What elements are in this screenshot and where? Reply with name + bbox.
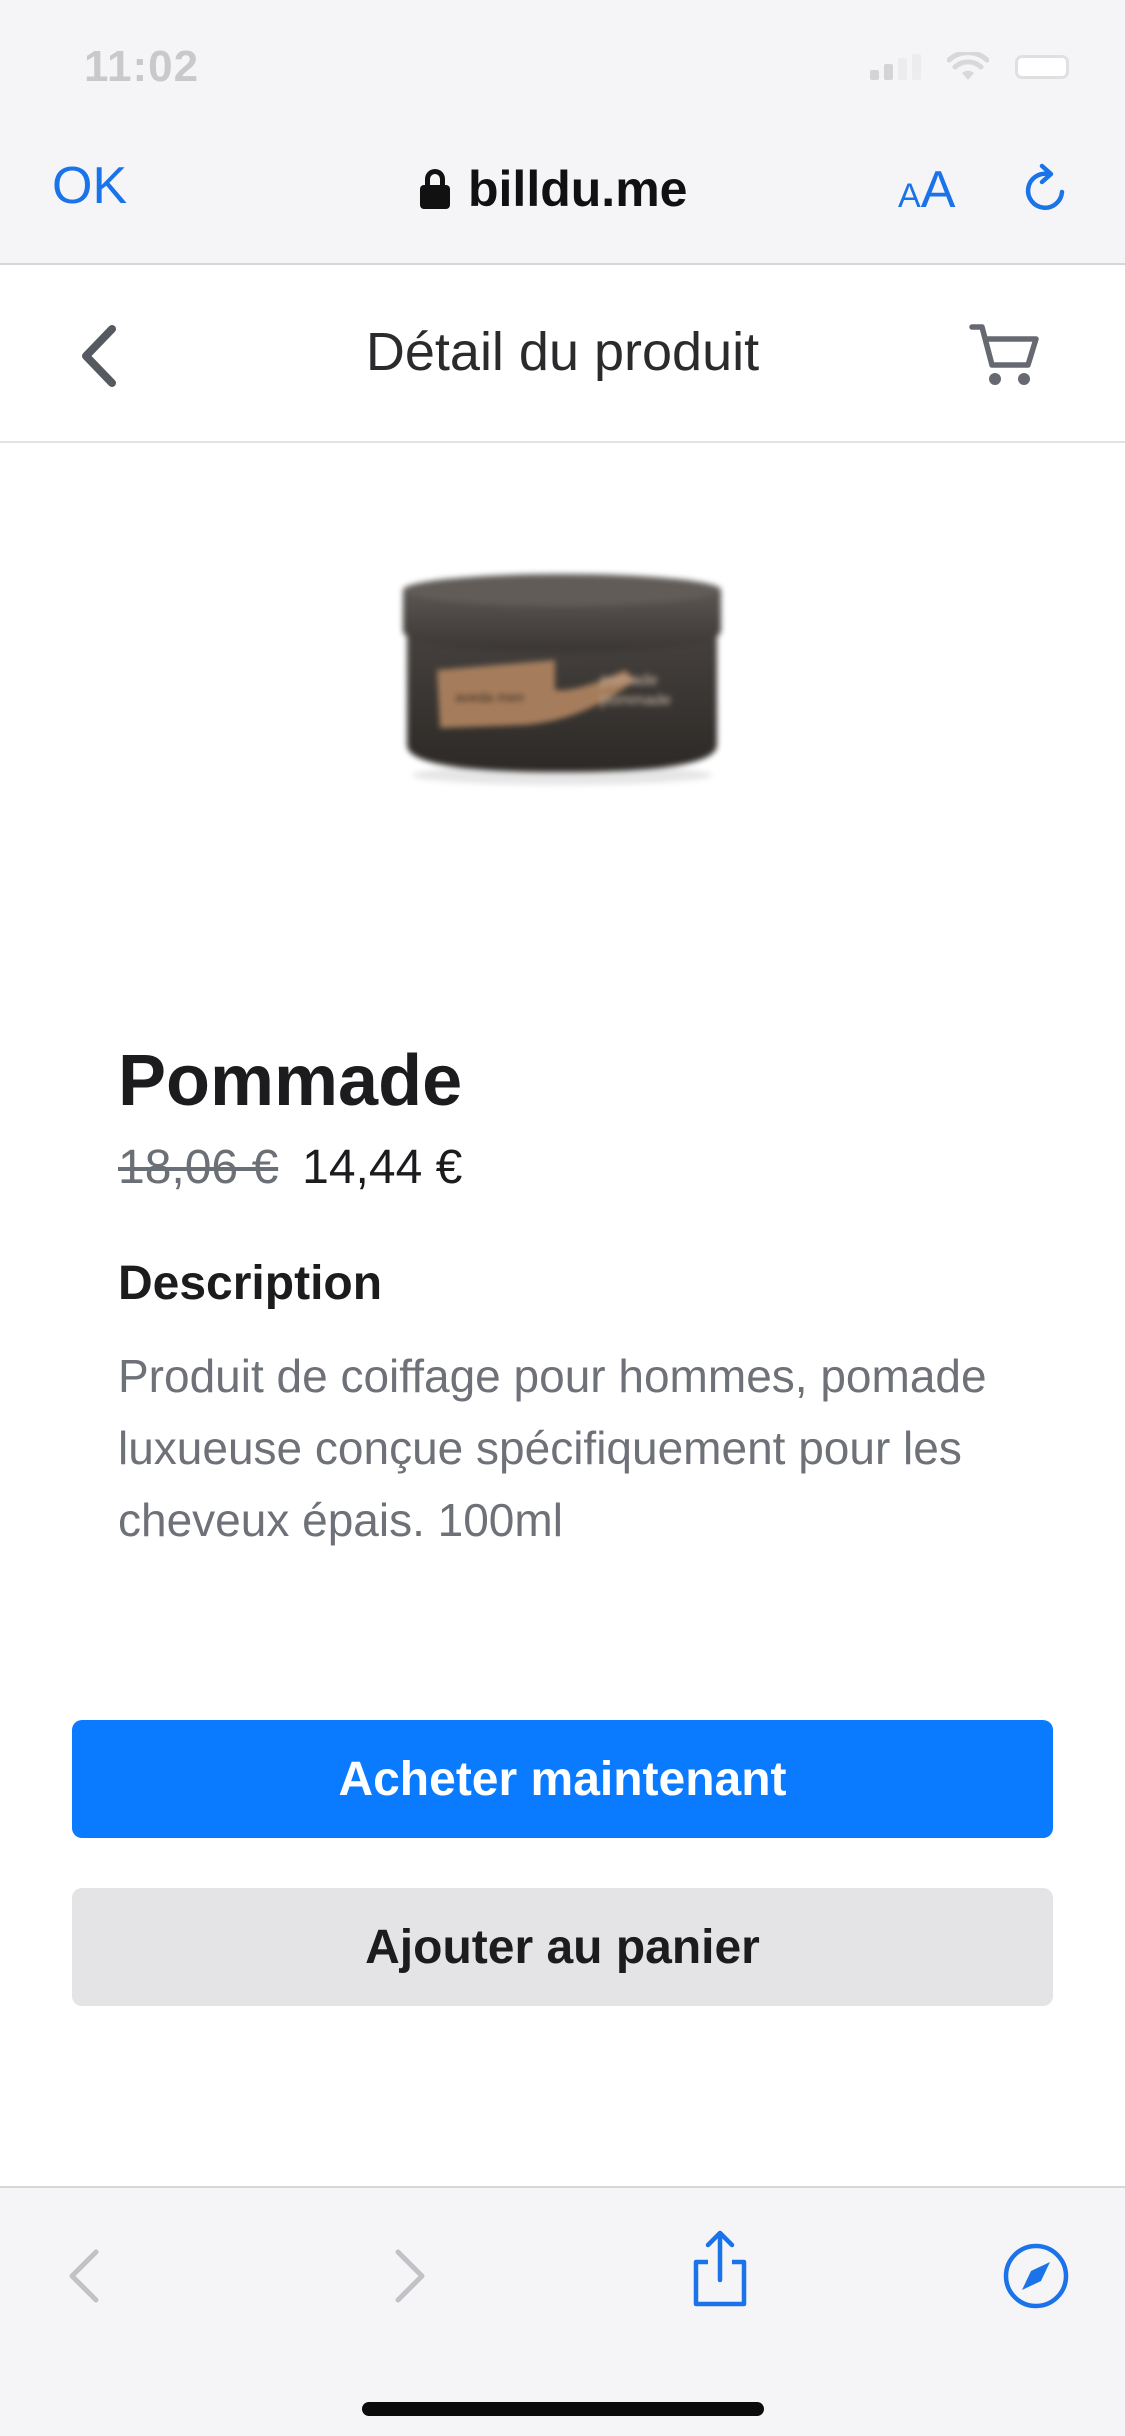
share-icon[interactable] [680, 2228, 760, 2308]
url-row: OK billdu.me AA [0, 132, 1125, 252]
jar-label-line2: pommade [600, 692, 671, 709]
buy-now-button[interactable]: Acheter maintenant [72, 1720, 1053, 1838]
page-title: Détail du produit [365, 322, 760, 382]
text-size-small-label: A [898, 177, 921, 215]
safari-top-bar: 11:02 OK billdu.me AA [0, 0, 1125, 265]
safari-bottom-toolbar [0, 2186, 1125, 2436]
address-bar[interactable]: billdu.me [420, 160, 687, 218]
wifi-icon [947, 52, 989, 80]
description-text: Produit de coiffage pour hommes, pomade … [118, 1350, 987, 1546]
text-size-button[interactable]: AA [898, 160, 955, 220]
screen: 11:02 OK billdu.me AA Détail du produit … [0, 0, 1125, 2436]
status-time: 11:02 [84, 42, 200, 91]
description-title: Description [118, 1257, 383, 1310]
product-name: Pommade [118, 1041, 463, 1121]
price-row: 18,06 € 14,44 € [118, 1140, 462, 1195]
old-price: 18,06 € [118, 1141, 279, 1194]
lock-icon [420, 169, 450, 209]
home-indicator [362, 2402, 764, 2416]
forward-arrow-icon[interactable] [368, 2236, 448, 2316]
url-text: billdu.me [468, 161, 688, 217]
status-bar: 11:02 [0, 0, 1125, 132]
status-icons [870, 52, 1069, 82]
cart-icon[interactable] [966, 317, 1042, 393]
back-arrow-icon[interactable] [46, 2236, 126, 2316]
jar-brand-text: aveda men [455, 689, 524, 705]
signal-icon [870, 54, 921, 80]
add-to-cart-button[interactable]: Ajouter au panier [72, 1888, 1053, 2006]
app-header: Détail du produit [0, 265, 1125, 443]
done-button[interactable]: OK [52, 156, 127, 216]
new-price: 14,44 € [302, 1141, 463, 1194]
jar-label-line1: pomade [600, 672, 658, 689]
battery-icon [1015, 55, 1069, 79]
compass-icon[interactable] [996, 2236, 1076, 2316]
text-size-big-label: A [920, 161, 956, 219]
product-image: aveda men pomade pommade [395, 560, 730, 790]
reload-icon[interactable] [1018, 162, 1074, 218]
